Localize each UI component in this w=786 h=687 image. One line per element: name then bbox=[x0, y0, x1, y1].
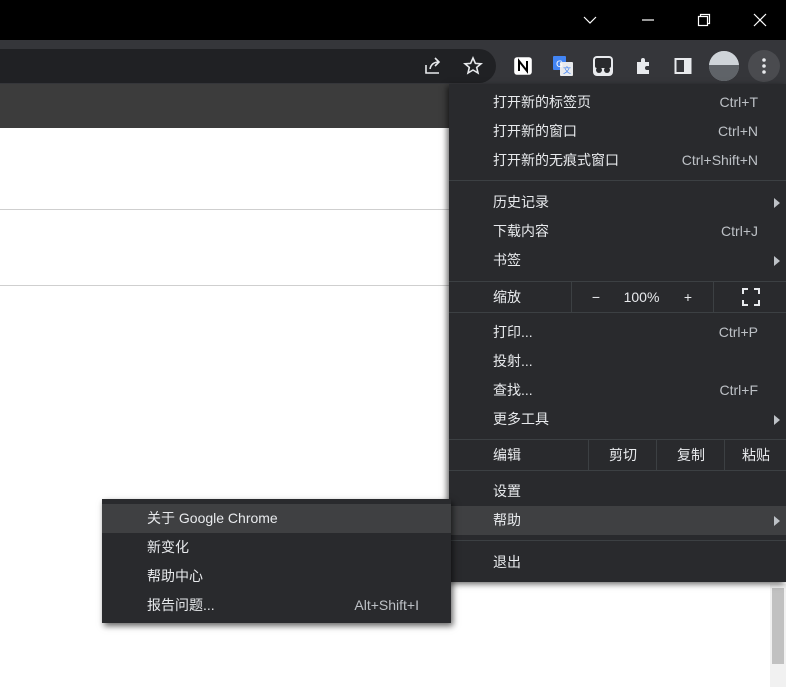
zoom-out-button[interactable]: − bbox=[571, 282, 620, 312]
minimize-icon[interactable] bbox=[620, 0, 676, 40]
menu-item-exit[interactable]: 退出 bbox=[449, 548, 786, 577]
edit-row: 编辑 剪切 复制 粘贴 bbox=[449, 439, 786, 471]
menu-separator bbox=[449, 180, 786, 181]
google-translate-extension-icon[interactable]: G文 bbox=[547, 50, 579, 82]
menu-item-more-tools[interactable]: 更多工具 bbox=[449, 405, 786, 434]
page-divider bbox=[0, 209, 450, 210]
menu-item-downloads[interactable]: 下载内容 Ctrl+J bbox=[449, 217, 786, 246]
submenu-item-about-chrome[interactable]: 关于 Google Chrome bbox=[102, 504, 451, 533]
svg-text:G: G bbox=[556, 60, 563, 70]
zoom-in-button[interactable]: + bbox=[664, 282, 712, 312]
chrome-main-menu: 打开新的标签页 Ctrl+T 打开新的窗口 Ctrl+N 打开新的无痕式窗口 C… bbox=[449, 84, 786, 582]
fullscreen-icon bbox=[741, 288, 760, 306]
copy-button[interactable]: 复制 bbox=[656, 440, 725, 470]
menu-item-print[interactable]: 打印... Ctrl+P bbox=[449, 318, 786, 347]
notion-extension-icon[interactable] bbox=[507, 50, 539, 82]
submenu-arrow-icon bbox=[774, 198, 780, 208]
close-icon[interactable] bbox=[732, 0, 786, 40]
zoom-level: 100% bbox=[623, 289, 660, 305]
page-divider bbox=[0, 285, 450, 286]
submenu-arrow-icon bbox=[774, 256, 780, 266]
tampermonkey-extension-icon[interactable] bbox=[587, 50, 619, 82]
side-panel-icon[interactable] bbox=[667, 50, 699, 82]
help-submenu: 关于 Google Chrome 新变化 帮助中心 报告问题... Alt+Sh… bbox=[102, 499, 451, 623]
profile-avatar[interactable] bbox=[709, 51, 739, 81]
share-icon[interactable] bbox=[417, 50, 449, 82]
menu-item-cast[interactable]: 投射... bbox=[449, 347, 786, 376]
submenu-arrow-icon bbox=[774, 415, 780, 425]
menu-item-find[interactable]: 查找... Ctrl+F bbox=[449, 376, 786, 405]
paste-button[interactable]: 粘贴 bbox=[724, 440, 786, 470]
menu-item-new-incognito-window[interactable]: 打开新的无痕式窗口 Ctrl+Shift+N bbox=[449, 146, 786, 175]
zoom-row: 缩放 − 100% + bbox=[449, 281, 786, 313]
menu-item-settings[interactable]: 设置 bbox=[449, 477, 786, 506]
menu-item-new-window[interactable]: 打开新的窗口 Ctrl+N bbox=[449, 117, 786, 146]
restore-icon[interactable] bbox=[676, 0, 732, 40]
cut-button[interactable]: 剪切 bbox=[588, 440, 657, 470]
tab-search-chevron-icon[interactable] bbox=[562, 0, 618, 40]
svg-text:文: 文 bbox=[563, 65, 571, 75]
submenu-item-help-center[interactable]: 帮助中心 bbox=[102, 562, 451, 591]
menu-item-history[interactable]: 历史记录 bbox=[449, 188, 786, 217]
menu-item-bookmarks[interactable]: 书签 bbox=[449, 246, 786, 275]
submenu-arrow-icon bbox=[774, 516, 780, 526]
menu-kebab-icon[interactable] bbox=[748, 50, 780, 82]
submenu-item-whats-new[interactable]: 新变化 bbox=[102, 533, 451, 562]
page-scrollbar-thumb[interactable] bbox=[772, 588, 784, 664]
submenu-item-report-issue[interactable]: 报告问题... Alt+Shift+I bbox=[102, 591, 451, 620]
menu-item-new-tab[interactable]: 打开新的标签页 Ctrl+T bbox=[449, 88, 786, 117]
bookmark-star-icon[interactable] bbox=[457, 50, 489, 82]
extensions-puzzle-icon[interactable] bbox=[627, 50, 659, 82]
menu-separator bbox=[449, 540, 786, 541]
menu-item-help[interactable]: 帮助 bbox=[449, 506, 786, 535]
fullscreen-button[interactable] bbox=[713, 282, 786, 312]
